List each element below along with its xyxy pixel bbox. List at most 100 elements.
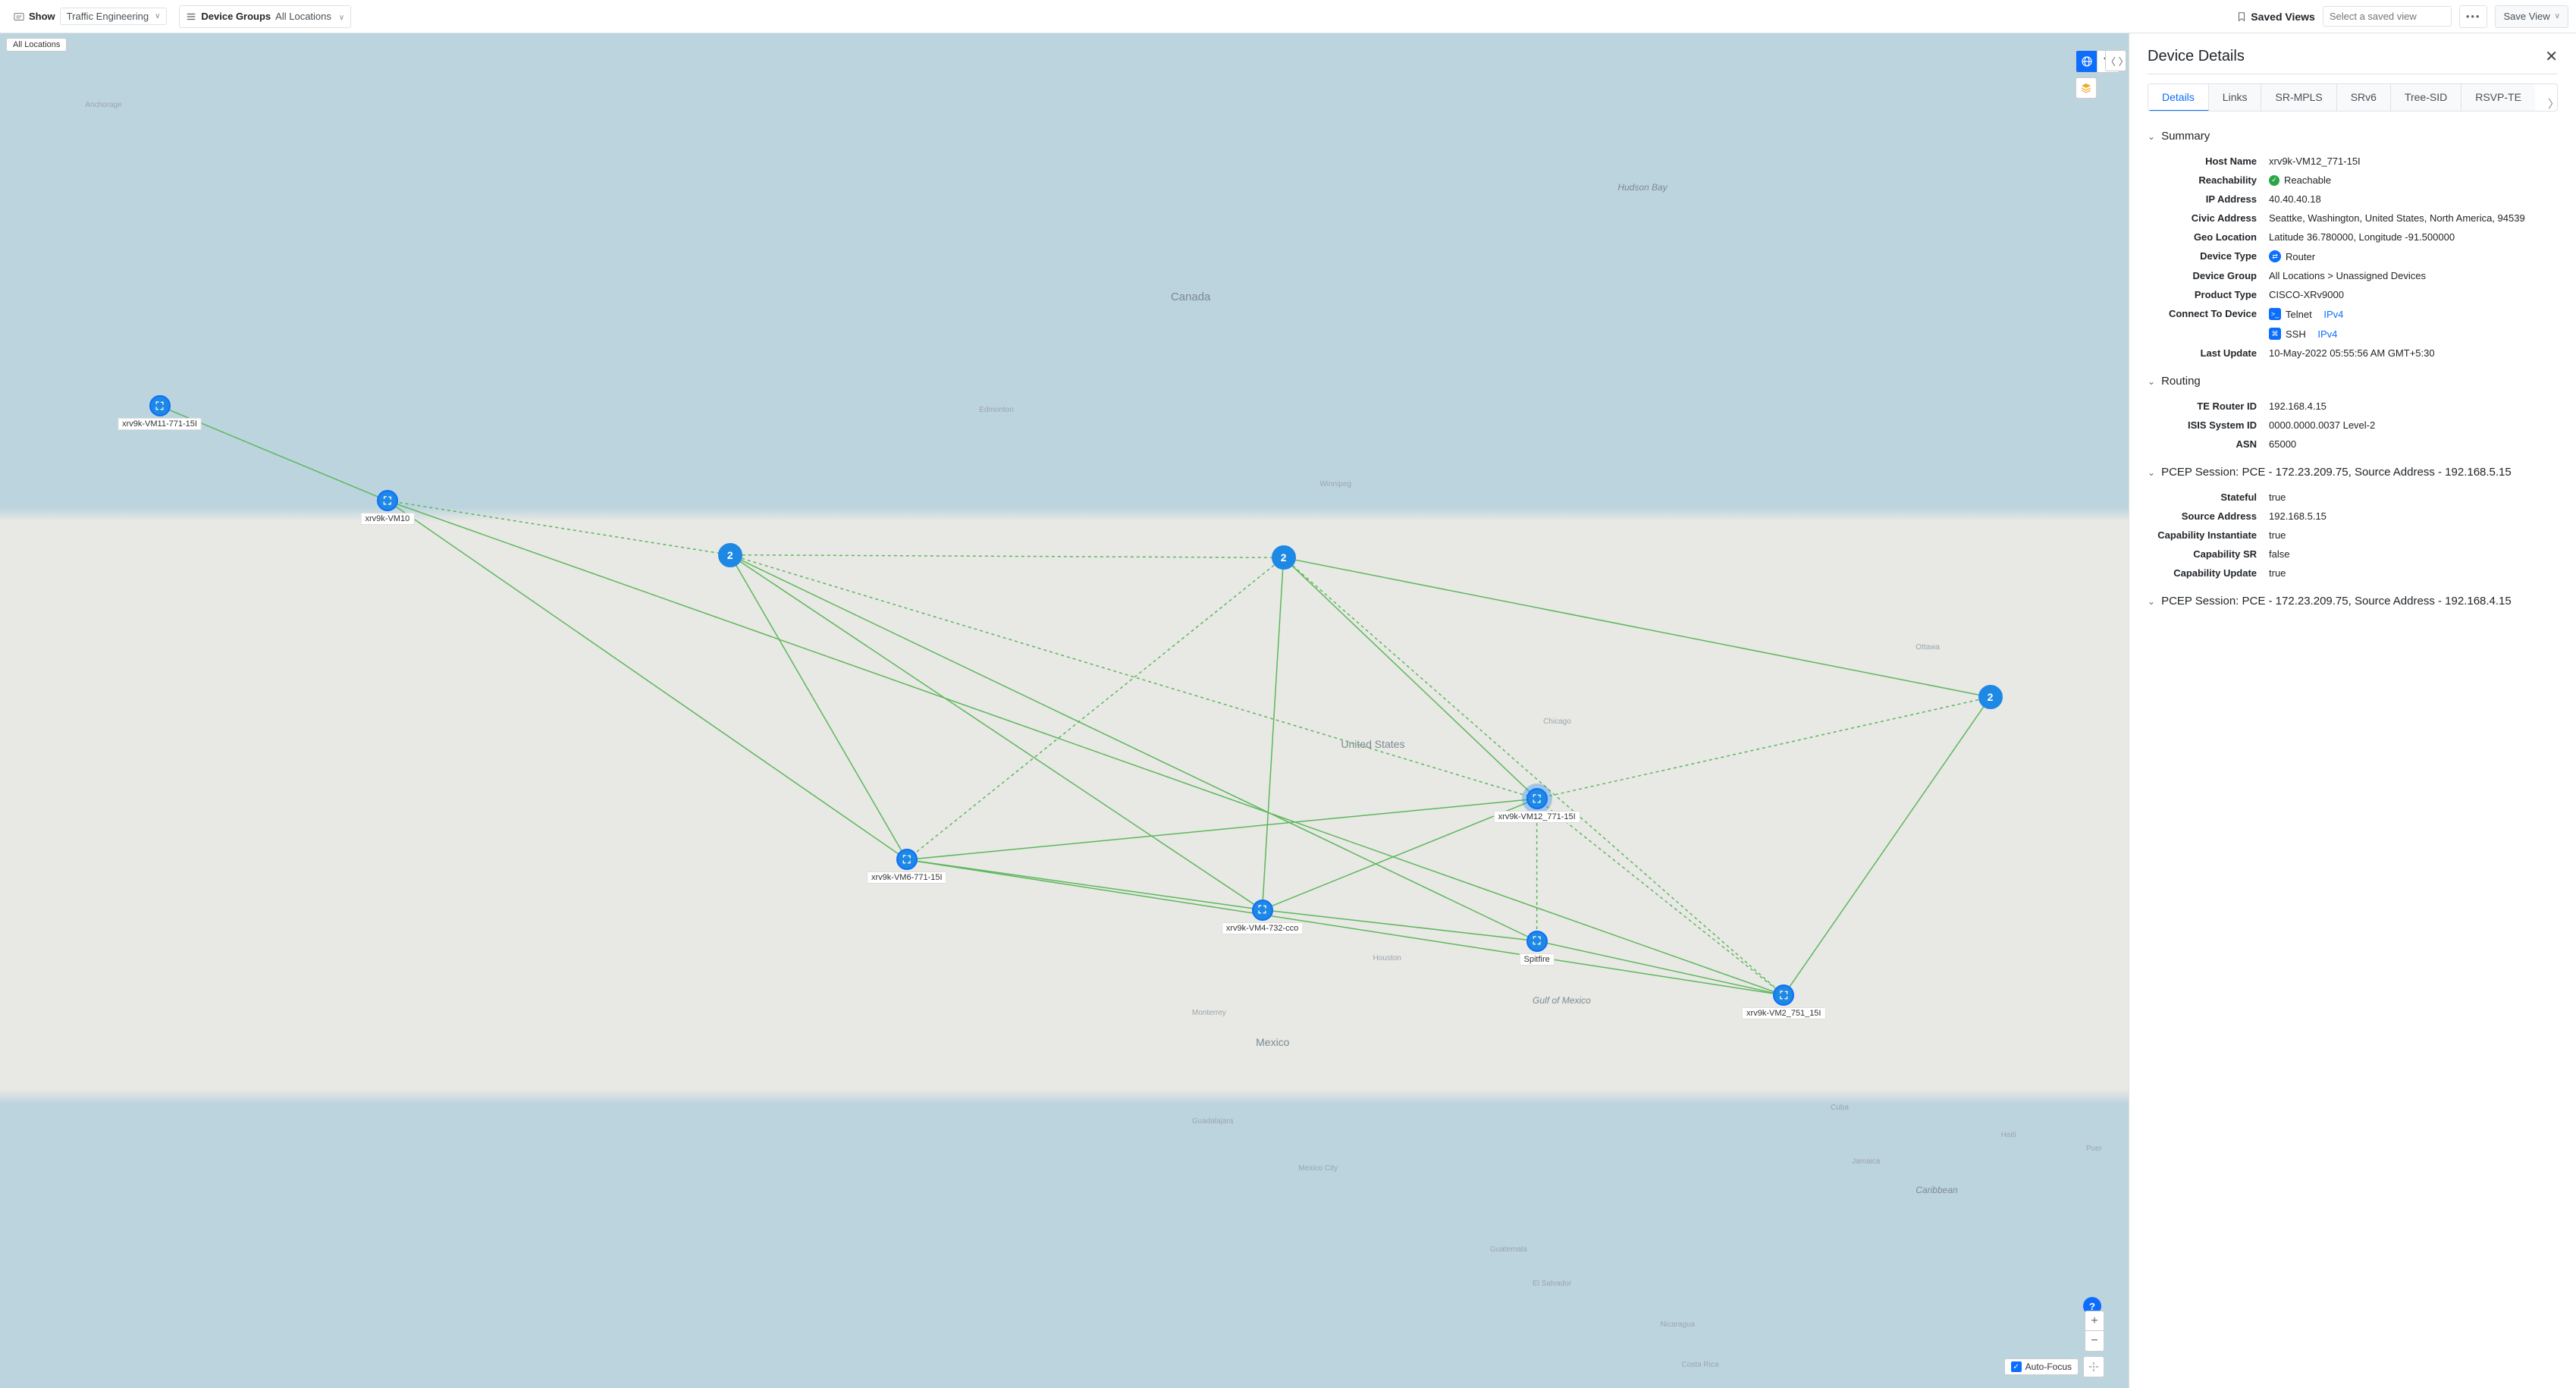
pcep-session-1-section: ⌄ PCEP Session: PCE - 172.23.209.75, Sou… bbox=[2148, 466, 2558, 583]
node-label: xrv9k-VM2_751_15I bbox=[1742, 1007, 1825, 1019]
zoom-out-button[interactable]: − bbox=[2085, 1331, 2104, 1351]
node-label: xrv9k-VM4-732-cco bbox=[1222, 922, 1303, 934]
check-icon: ✓ bbox=[2269, 175, 2279, 186]
topology-node-vm6[interactable]: ⛶xrv9k-VM6-771-15I bbox=[896, 849, 918, 870]
topology-node-c2[interactable]: 2 bbox=[1272, 545, 1296, 570]
pcep-session-2-section: ⌄ PCEP Session: PCE - 172.23.209.75, Sou… bbox=[2148, 595, 2558, 608]
tab-sr-mpls[interactable]: SR-MPLS bbox=[2261, 84, 2336, 111]
chevron-down-icon: ⌄ bbox=[2148, 376, 2155, 387]
pcep-session-2-toggle[interactable]: ⌄ PCEP Session: PCE - 172.23.209.75, Sou… bbox=[2148, 595, 2558, 608]
kv-key: ISIS System ID bbox=[2148, 419, 2269, 431]
tabs-bar: DetailsLinksSR-MPLSSRv6Tree-SIDRSVP-TE bbox=[2148, 83, 2558, 111]
node-label: xrv9k-VM11-771-15I bbox=[118, 418, 202, 430]
ssh-icon: ⌘ bbox=[2269, 328, 2281, 340]
tab-tree-sid[interactable]: Tree-SID bbox=[2391, 84, 2461, 111]
kv-key: Capability Update bbox=[2148, 567, 2269, 579]
kv-key: Geo Location bbox=[2148, 231, 2269, 243]
kv-key: Host Name bbox=[2148, 155, 2269, 167]
panel-title: Device Details bbox=[2148, 48, 2245, 65]
node-label: xrv9k-VM10 bbox=[361, 513, 415, 525]
kv-value: xrv9k-VM12_771-15I bbox=[2269, 155, 2558, 167]
routing-section-toggle[interactable]: ⌄ Routing bbox=[2148, 375, 2558, 388]
topology-node-c3[interactable]: 2 bbox=[1978, 685, 2003, 709]
routing-section: ⌄ Routing TE Router ID192.168.4.15 ISIS … bbox=[2148, 375, 2558, 454]
device-groups-control[interactable]: Device Groups All Locations bbox=[179, 5, 351, 28]
kv-key: Device Type bbox=[2148, 250, 2269, 262]
chevron-down-icon: ∨ bbox=[2555, 12, 2560, 20]
more-actions-button[interactable]: ••• bbox=[2459, 5, 2488, 28]
kv-value: >_Telnet IPv4 bbox=[2269, 308, 2558, 320]
kv-value: Seattke, Washington, United States, Nort… bbox=[2269, 212, 2558, 224]
kv-key: Civic Address bbox=[2148, 212, 2269, 224]
kv-value: ⇄Router bbox=[2269, 250, 2558, 262]
tabs-scroll-right[interactable]: 〉 bbox=[2548, 96, 2559, 111]
device-groups-label: Device Groups bbox=[201, 11, 271, 22]
telnet-ipv4-link[interactable]: IPv4 bbox=[2323, 309, 2343, 320]
tab-links[interactable]: Links bbox=[2209, 84, 2262, 111]
ssh-ipv4-link[interactable]: IPv4 bbox=[2317, 328, 2337, 340]
kv-key: Connect To Device bbox=[2148, 308, 2269, 320]
show-select[interactable]: Traffic Engineering bbox=[60, 8, 168, 25]
kv-value: 40.40.40.18 bbox=[2269, 193, 2558, 205]
tab-rsvp-te[interactable]: RSVP-TE bbox=[2461, 84, 2535, 111]
show-label: Show bbox=[29, 11, 55, 22]
kv-value: 192.168.4.15 bbox=[2269, 400, 2558, 412]
topology-node-spitfire[interactable]: ⛶Spitfire bbox=[1526, 931, 1548, 952]
summary-section: ⌄ Summary Host Namexrv9k-VM12_771-15I Re… bbox=[2148, 130, 2558, 363]
show-control: Show Traffic Engineering bbox=[8, 5, 173, 28]
close-button[interactable]: ✕ bbox=[2545, 47, 2558, 66]
recenter-button[interactable] bbox=[2083, 1356, 2104, 1377]
kv-value: true bbox=[2269, 491, 2558, 503]
saved-views-label: Saved Views bbox=[2236, 11, 2315, 23]
zoom-in-button[interactable]: + bbox=[2085, 1311, 2104, 1331]
kv-value: 192.168.5.15 bbox=[2269, 510, 2558, 522]
autofocus-toggle[interactable]: ✓ Auto-Focus bbox=[2004, 1358, 2079, 1375]
kv-value: CISCO-XRv9000 bbox=[2269, 289, 2558, 300]
node-label: Spitfire bbox=[1520, 953, 1555, 966]
list-icon bbox=[186, 11, 196, 22]
checkbox-checked-icon: ✓ bbox=[2011, 1361, 2022, 1372]
kv-key: Capability SR bbox=[2148, 548, 2269, 560]
chevron-down-icon: ⌄ bbox=[2148, 596, 2155, 607]
kv-key: TE Router ID bbox=[2148, 400, 2269, 412]
topology-node-vm10[interactable]: ⛶xrv9k-VM10 bbox=[377, 490, 398, 511]
summary-section-toggle[interactable]: ⌄ Summary bbox=[2148, 130, 2558, 143]
router-icon: ⇄ bbox=[2269, 250, 2281, 262]
topology-node-vm4[interactable]: ⛶xrv9k-VM4-732-cco bbox=[1252, 900, 1273, 921]
kv-key: Source Address bbox=[2148, 510, 2269, 522]
saved-view-input[interactable] bbox=[2323, 6, 2452, 27]
topology-map[interactable]: All Locations Canada Hudson Bay United S… bbox=[0, 33, 2129, 1388]
terminal-icon: >_ bbox=[2269, 308, 2281, 320]
topology-node-c1[interactable]: 2 bbox=[718, 543, 742, 567]
device-details-panel: 〈 〉 Device Details ✕ 〈 DetailsLinksSR-MP… bbox=[2129, 33, 2576, 1388]
device-groups-value: All Locations bbox=[275, 11, 331, 22]
kv-value: false bbox=[2269, 548, 2558, 560]
kv-value: All Locations > Unassigned Devices bbox=[2269, 270, 2558, 281]
topology-node-vm2[interactable]: ⛶xrv9k-VM2_751_15I bbox=[1773, 984, 1794, 1006]
bookmark-icon bbox=[2236, 11, 2247, 22]
zoom-controls: + − bbox=[2085, 1311, 2104, 1352]
kv-key: Last Update bbox=[2148, 347, 2269, 359]
kv-value: true bbox=[2269, 567, 2558, 579]
kv-value: 10-May-2022 05:55:56 AM GMT+5:30 bbox=[2269, 347, 2558, 359]
pcep-session-1-toggle[interactable]: ⌄ PCEP Session: PCE - 172.23.209.75, Sou… bbox=[2148, 466, 2558, 479]
map-layers-button[interactable] bbox=[2076, 77, 2097, 99]
show-icon bbox=[14, 11, 24, 22]
topology-node-vm11[interactable]: ⛶xrv9k-VM11-771-15I bbox=[149, 395, 171, 416]
kv-key: IP Address bbox=[2148, 193, 2269, 205]
kv-value: true bbox=[2269, 529, 2558, 541]
save-view-button[interactable]: Save View ∨ bbox=[2495, 5, 2568, 28]
kv-key: Capability Instantiate bbox=[2148, 529, 2269, 541]
kv-value: Latitude 36.780000, Longitude -91.500000 bbox=[2269, 231, 2558, 243]
tab-srv6[interactable]: SRv6 bbox=[2337, 84, 2391, 111]
node-label: xrv9k-VM6-771-15I bbox=[867, 871, 947, 884]
panel-collapse-button[interactable]: 〈 〉 bbox=[2105, 50, 2126, 71]
topology-node-vm12[interactable]: ⛶xrv9k-VM12_771-15I bbox=[1526, 788, 1548, 809]
kv-key: Product Type bbox=[2148, 289, 2269, 300]
kv-value: ✓Reachable bbox=[2269, 174, 2558, 186]
chevron-down-icon: ⌄ bbox=[2148, 131, 2155, 142]
kv-key: Device Group bbox=[2148, 270, 2269, 281]
kv-value: ⌘SSH IPv4 bbox=[2269, 328, 2558, 340]
map-geo-view-button[interactable] bbox=[2076, 51, 2098, 72]
tab-details[interactable]: Details bbox=[2148, 84, 2209, 111]
